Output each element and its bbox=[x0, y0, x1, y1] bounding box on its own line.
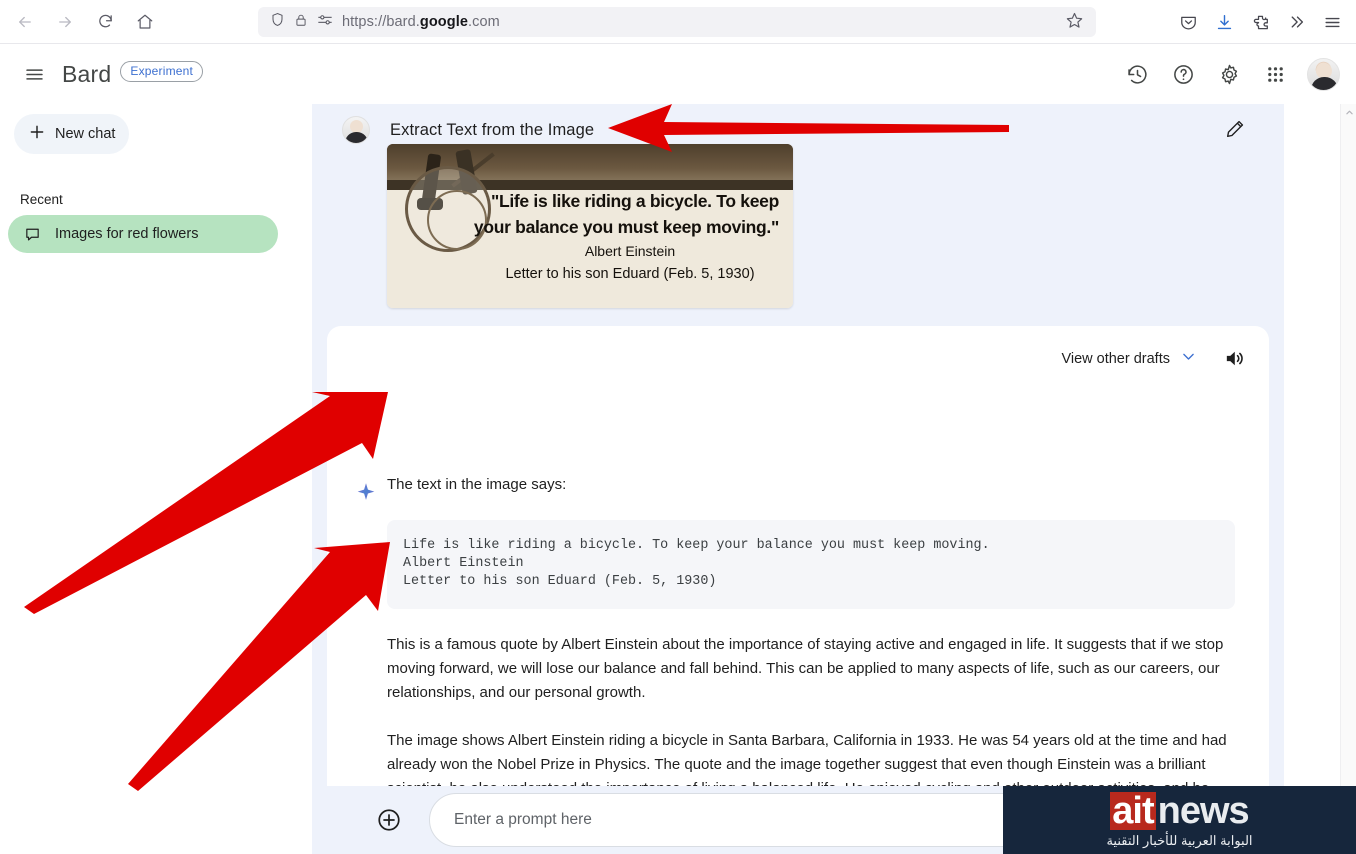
extensions-icon[interactable] bbox=[1244, 6, 1276, 38]
home-button[interactable] bbox=[128, 5, 162, 39]
screenshot-root: https://bard.google.com Bard Experiment … bbox=[0, 0, 1356, 854]
plus-icon bbox=[28, 123, 46, 145]
image-quote-line1: "Life is like riding a bicycle. To keep bbox=[490, 191, 779, 211]
app-menu-icon[interactable] bbox=[1316, 6, 1348, 38]
attached-einstein-bicycle-quote-image[interactable]: "Life is like riding a bicycle. To keep … bbox=[387, 144, 793, 308]
chevron-down-icon bbox=[1180, 348, 1197, 369]
view-other-drafts-button[interactable]: View other drafts bbox=[1051, 342, 1203, 375]
response-card: View other drafts The text in the image … bbox=[327, 326, 1269, 854]
forward-button[interactable] bbox=[48, 5, 82, 39]
image-quote-line2: your balance you must keep moving." bbox=[473, 217, 779, 237]
app-header: Bard Experiment bbox=[0, 44, 1356, 104]
history-icon[interactable] bbox=[1117, 54, 1157, 94]
response-paragraph-1: This is a famous quote by Albert Einstei… bbox=[387, 636, 1224, 701]
speaker-volume-icon[interactable] bbox=[1221, 346, 1247, 372]
browser-toolbar: https://bard.google.com bbox=[0, 0, 1356, 44]
url-text[interactable]: https://bard.google.com bbox=[342, 14, 500, 30]
google-apps-grid-icon[interactable] bbox=[1255, 54, 1295, 94]
conversation-user-avatar bbox=[342, 116, 370, 144]
account-avatar[interactable] bbox=[1307, 57, 1340, 91]
browser-right-icons bbox=[1172, 5, 1348, 39]
app-brand: Bard bbox=[62, 60, 112, 87]
overflow-chevrons-icon[interactable] bbox=[1280, 6, 1312, 38]
settings-gear-icon[interactable] bbox=[1209, 54, 1249, 94]
new-chat-label: New chat bbox=[55, 126, 116, 142]
experiment-badge: Experiment bbox=[120, 60, 204, 82]
address-bar-icons bbox=[270, 12, 333, 32]
permissions-icon[interactable] bbox=[317, 13, 333, 32]
chat-bubble-icon bbox=[24, 226, 41, 243]
shield-icon[interactable] bbox=[270, 12, 285, 32]
help-icon[interactable] bbox=[1163, 54, 1203, 94]
sidebar: New chat Recent Images for red flowers bbox=[0, 104, 300, 854]
image-quote-source: Letter to his son Eduard (Feb. 5, 1930) bbox=[505, 266, 755, 282]
bookmark-star-icon[interactable] bbox=[1065, 11, 1087, 33]
image-quote-author: Albert Einstein bbox=[584, 243, 676, 259]
new-chat-button[interactable]: New chat bbox=[14, 114, 129, 154]
browser-nav-buttons bbox=[0, 5, 162, 39]
conversation-title: Extract Text from the Image bbox=[390, 120, 595, 139]
sidebar-item-images-for-red-flowers[interactable]: Images for red flowers bbox=[8, 215, 278, 253]
pencil-edit-icon[interactable] bbox=[1224, 118, 1250, 144]
watermark-logo-highlight: ait bbox=[1110, 789, 1156, 832]
avatar-body bbox=[345, 132, 368, 143]
image-quote-text: "Life is like riding a bicycle. To keep … bbox=[387, 188, 793, 286]
avatar-body bbox=[1311, 76, 1338, 90]
app-header-actions bbox=[1117, 54, 1356, 94]
address-bar[interactable]: https://bard.google.com bbox=[258, 7, 1096, 37]
bard-sparkle-icon bbox=[356, 482, 376, 502]
hamburger-icon[interactable] bbox=[14, 54, 54, 94]
plus-circle-icon[interactable] bbox=[375, 806, 403, 834]
extracted-text-code-block: Life is like riding a bicycle. To keep y… bbox=[387, 520, 1235, 609]
sidebar-item-label: Images for red flowers bbox=[55, 226, 199, 242]
aitnews-watermark: ait news البوابة العربية للأخبار التقنية bbox=[1003, 786, 1356, 854]
watermark-subtitle: البوابة العربية للأخبار التقنية bbox=[1106, 832, 1253, 848]
response-toolbar: View other drafts bbox=[1051, 342, 1247, 375]
downloads-icon[interactable] bbox=[1208, 6, 1240, 38]
page-scrollbar[interactable] bbox=[1340, 104, 1356, 854]
scroll-up-arrow-icon[interactable] bbox=[1341, 104, 1356, 120]
panel-right-gutter bbox=[1284, 104, 1340, 854]
response-lead-text: The text in the image says: bbox=[387, 476, 567, 493]
recent-label: Recent bbox=[20, 192, 63, 207]
view-other-drafts-label: View other drafts bbox=[1061, 350, 1170, 367]
extracted-text: Life is like riding a bicycle. To keep y… bbox=[403, 538, 990, 589]
watermark-logo-rest: news bbox=[1157, 789, 1250, 832]
conversation-panel: Extract Text from the Image "Life is lik… bbox=[312, 104, 1284, 854]
pocket-icon[interactable] bbox=[1172, 6, 1204, 38]
back-button[interactable] bbox=[8, 5, 42, 39]
lock-icon[interactable] bbox=[294, 13, 308, 32]
reload-button[interactable] bbox=[88, 5, 122, 39]
watermark-logo: ait news bbox=[1110, 789, 1250, 832]
